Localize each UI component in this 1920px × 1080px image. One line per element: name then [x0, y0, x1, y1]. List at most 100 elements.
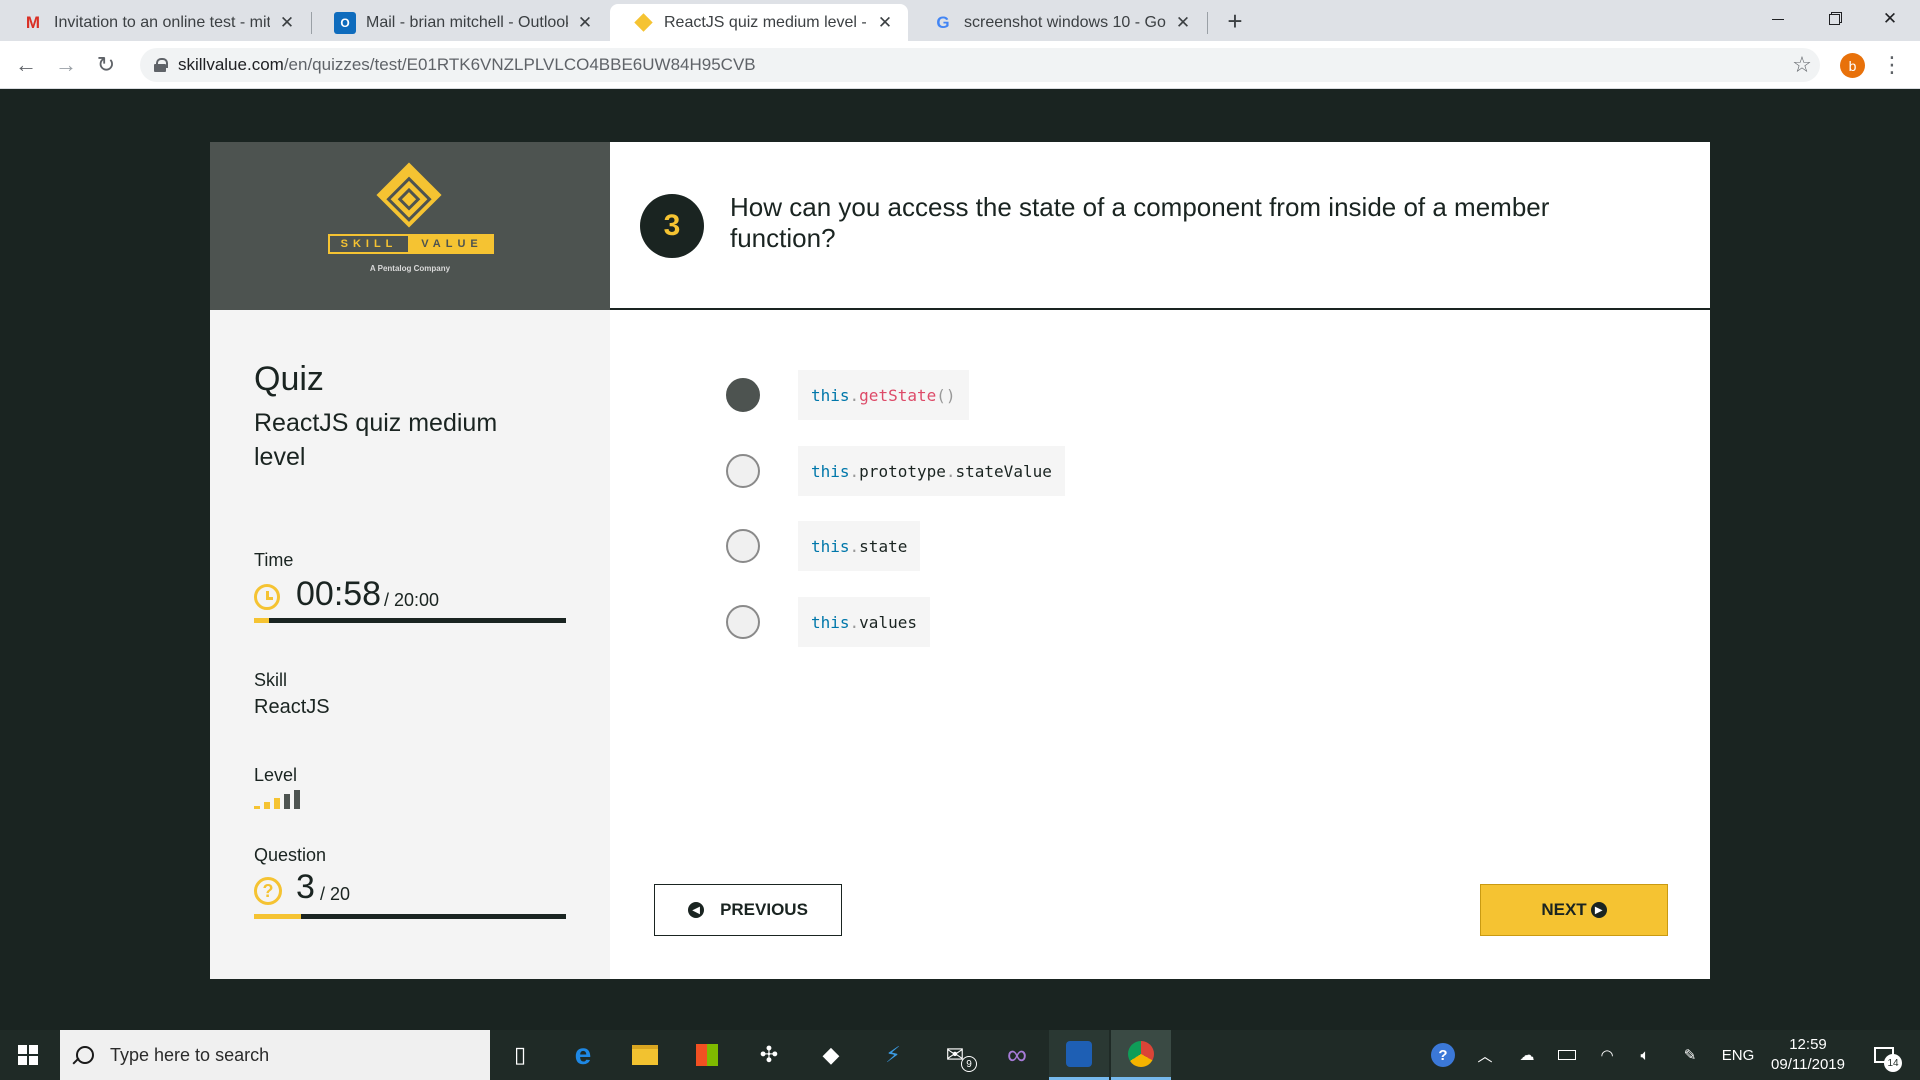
chrome-taskbar-button[interactable] [1111, 1030, 1171, 1080]
time-total: / 20:00 [384, 590, 440, 610]
help-tray-icon[interactable]: ? [1425, 1030, 1461, 1080]
question-text: How can you access the state of a compon… [730, 192, 1550, 253]
vscode-taskbar-button[interactable]: ⚡ [863, 1030, 923, 1080]
time-label: Time [254, 550, 294, 570]
wifi-tray-icon[interactable]: ◠ [1590, 1030, 1624, 1080]
tab-outlook[interactable]: O Mail - brian mitchell - Outlook ✕ [312, 4, 608, 41]
slack-taskbar-button[interactable]: ✣ [739, 1030, 799, 1080]
wifi-icon: ◠ [1600, 1047, 1614, 1064]
tab-title: Mail - brian mitchell - Outlook [366, 13, 568, 31]
tab-skillvalue-quiz[interactable]: ReactJS quiz medium level - Test ✕ [610, 4, 908, 41]
code-token: this [811, 385, 850, 405]
question-total: / 20 [320, 884, 351, 904]
answer-option[interactable]: this. values [726, 597, 930, 647]
taskbar-search-box[interactable]: Type here to search [60, 1030, 490, 1080]
star-icon: ☆ [1792, 52, 1812, 77]
answer-option[interactable]: this. state [726, 521, 921, 571]
search-icon [76, 1046, 94, 1064]
answer-radio[interactable] [726, 454, 760, 488]
address-bar[interactable]: skillvalue.com/en/quizzes/test/E01RTK6VN… [140, 48, 1820, 82]
tab-gmail[interactable]: M Invitation to an online test - mitc ✕ [0, 4, 310, 41]
windows-start-button[interactable] [18, 1045, 38, 1065]
windows-logo-icon [29, 1045, 38, 1054]
outlook-icon: O [334, 11, 356, 34]
bookmark-star-button[interactable]: ☆ [1786, 49, 1818, 81]
close-icon[interactable]: ✕ [574, 12, 596, 34]
edge-taskbar-button[interactable]: e [553, 1030, 613, 1080]
question-mark-icon: ? [254, 877, 282, 905]
onedrive-tray-icon[interactable]: ☁ [1510, 1030, 1544, 1080]
close-icon[interactable]: ✕ [874, 12, 896, 34]
tab-google[interactable]: G screenshot windows 10 - Google ✕ [910, 4, 1206, 41]
next-button[interactable]: NEXT ▶ [1480, 884, 1668, 936]
close-icon[interactable]: ✕ [1172, 12, 1194, 34]
notifications-button[interactable]: 14 [1862, 1030, 1906, 1080]
answer-option[interactable]: this. getState() [726, 370, 969, 420]
level-label: Level [254, 765, 298, 785]
bird-app-taskbar-button[interactable] [1049, 1030, 1109, 1080]
taskbar-clock[interactable]: 12:59 09/11/2019 [1762, 1035, 1854, 1075]
logo-panel: SKILL VALUE A Pentalog Company [210, 142, 610, 310]
clock-date: 09/11/2019 [1771, 1056, 1845, 1073]
previous-button[interactable]: ◀ PREVIOUS [654, 884, 842, 936]
skillvalue-logo-icon [376, 162, 442, 228]
time-elapsed: 00:58 [296, 575, 382, 613]
answer-radio[interactable] [726, 529, 760, 563]
logo-word-value: VALUE [410, 234, 494, 254]
reload-button[interactable]: ↻ [90, 49, 122, 81]
volume-tray-icon[interactable]: 🔈︎ [1628, 1030, 1662, 1080]
code-token: prototype [859, 461, 946, 481]
forward-button[interactable]: → [50, 49, 82, 81]
code-token: this [811, 612, 850, 632]
new-tab-button[interactable]: + [1220, 6, 1250, 36]
show-hidden-icons-button[interactable]: ︿ [1470, 1030, 1500, 1080]
question-current: 3 [296, 868, 315, 906]
taskbar-search-placeholder: Type here to search [110, 1044, 270, 1065]
chevron-left-icon: ◀ [688, 902, 705, 918]
browser-menu-button[interactable]: ⋮ [1880, 50, 1904, 80]
task-view-button[interactable]: ▯ [490, 1030, 550, 1080]
tab-separator [1207, 12, 1208, 34]
browser-tabstrip: M Invitation to an online test - mitc ✕ … [0, 0, 1920, 41]
answer-radio[interactable] [726, 605, 760, 639]
answer-radio[interactable] [726, 378, 760, 412]
windows-logo-icon [18, 1045, 27, 1054]
mail-taskbar-button[interactable]: ✉ 9 [925, 1030, 985, 1080]
level-bar [254, 806, 260, 809]
profile-avatar[interactable]: b [1840, 53, 1865, 78]
skill-label: Skill [254, 670, 288, 690]
answer-code: this. getState() [798, 370, 969, 420]
battery-tray-icon[interactable] [1550, 1030, 1584, 1080]
minimize-button[interactable] [1750, 0, 1806, 38]
code-token: . [945, 461, 956, 481]
pen-icon: ✎ [1683, 1047, 1697, 1064]
code-token: this [811, 461, 850, 481]
language-indicator[interactable]: ENG [1718, 1030, 1758, 1080]
tab-title: screenshot windows 10 - Google [964, 13, 1166, 31]
file-explorer-taskbar-button[interactable] [615, 1030, 675, 1080]
back-button[interactable]: ← [10, 49, 42, 81]
answer-option[interactable]: this. prototype. stateValue [726, 446, 1065, 496]
store-taskbar-button[interactable] [677, 1030, 737, 1080]
dropbox-taskbar-button[interactable]: ◆ [801, 1030, 861, 1080]
visual-studio-taskbar-button[interactable]: ∞ [987, 1030, 1047, 1080]
lightning-icon: ⚡ [885, 1042, 901, 1067]
close-window-button[interactable]: ✕ [1862, 0, 1918, 38]
logo-subtitle: A Pentalog Company [369, 264, 451, 273]
windows-logo-icon [18, 1056, 27, 1065]
restore-button[interactable] [1806, 0, 1862, 38]
close-icon[interactable]: ✕ [276, 12, 298, 34]
logo-wordmark: SKILL VALUE [328, 234, 494, 254]
level-bar [294, 790, 300, 809]
level-bar [274, 798, 280, 809]
google-icon: G [936, 12, 950, 32]
dropbox-icon: ◆ [822, 1042, 840, 1067]
url-path: /en/quizzes/test/E01RTK6VNZLPLVLCO4BBE6U… [283, 55, 756, 74]
reload-icon: ↻ [96, 52, 116, 77]
pen-tray-icon[interactable]: ✎ [1672, 1030, 1708, 1080]
tab-title: ReactJS quiz medium level - Test [664, 13, 868, 31]
previous-button-label: PREVIOUS [720, 900, 808, 919]
minimize-icon [1772, 18, 1784, 20]
code-token: values [859, 612, 917, 632]
edge-icon: e [574, 1038, 592, 1071]
